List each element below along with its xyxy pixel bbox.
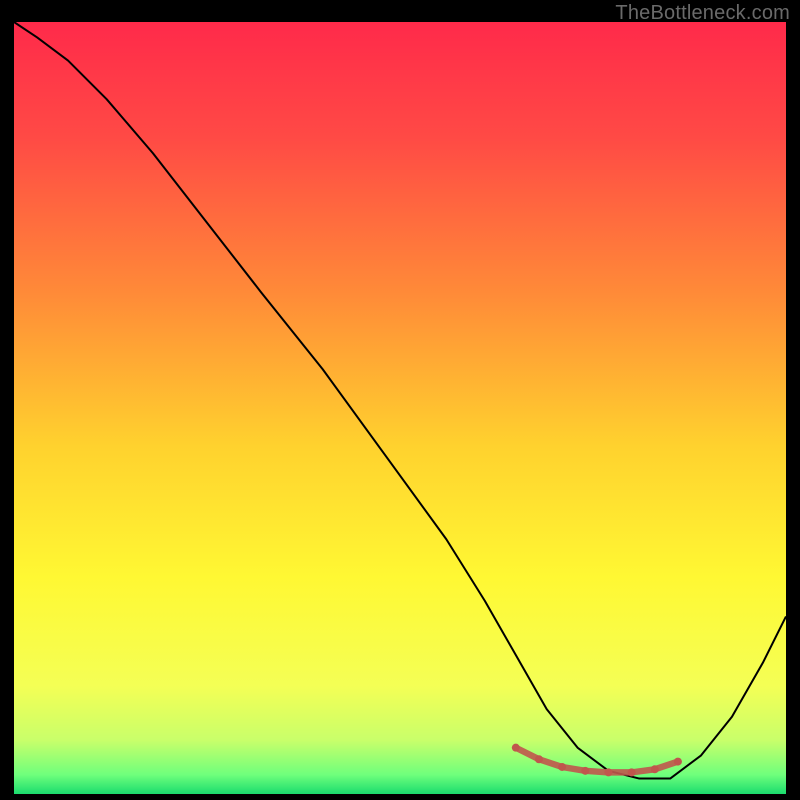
- optimal-point: [535, 755, 543, 763]
- optimal-point: [674, 758, 682, 766]
- optimal-point: [581, 767, 589, 775]
- optimal-point: [628, 768, 636, 776]
- optimal-point: [604, 768, 612, 776]
- chart-background: [14, 22, 786, 794]
- bottleneck-chart: [14, 22, 786, 794]
- watermark-text: TheBottleneck.com: [615, 2, 790, 25]
- optimal-point: [558, 763, 566, 771]
- optimal-point: [651, 765, 659, 773]
- optimal-point: [512, 744, 520, 752]
